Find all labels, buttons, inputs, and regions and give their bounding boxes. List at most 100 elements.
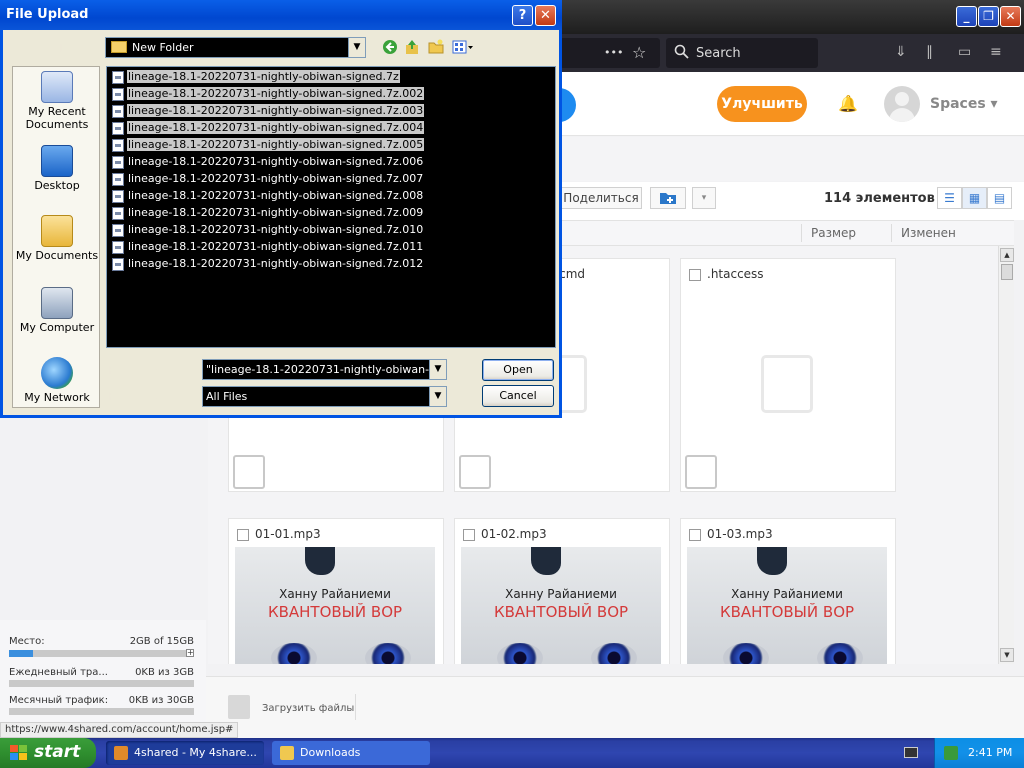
cancel-button[interactable]: Cancel [482,385,554,407]
list-view-icon[interactable]: ☰ [937,187,962,209]
add-storage-icon[interactable]: + [186,649,194,657]
select-checkbox[interactable] [689,529,701,541]
file-list-item[interactable]: lineage-18.1-20220731-nightly-obiwan-sig… [110,239,555,256]
folder-icon [280,746,294,760]
places-my-network[interactable]: My Network [13,357,101,404]
file-list-item[interactable]: lineage-18.1-20220731-nightly-obiwan-sig… [110,120,555,137]
upgrade-button[interactable]: Улучшить [717,86,807,122]
view-menu-icon[interactable] [451,39,475,57]
file-list-name: lineage-18.1-20220731-nightly-obiwan-sig… [128,257,424,270]
file-card[interactable]: .htaccess [680,258,896,492]
places-my-recent-documents[interactable]: My Recent Documents [13,71,101,131]
storage-quota-panel: Место: 2GB of 15GB Ежедневный тра... 0KB… [0,620,206,726]
quota-value: 2GB of 15GB [129,636,194,647]
file-list[interactable]: lineage-18.1-20220731-nightly-obiwan-sig… [106,66,556,348]
downloads-icon[interactable]: ⇓ [895,44,907,60]
keyboard-icon[interactable] [904,747,918,758]
vertical-scrollbar[interactable]: ▲ ▼ [998,246,1014,664]
select-checkbox[interactable] [463,529,475,541]
upload-files-link[interactable]: Загрузить файлы [262,703,354,714]
place-label: Desktop [34,179,80,192]
file-list-name: lineage-18.1-20220731-nightly-obiwan-sig… [127,121,425,134]
file-list-item[interactable]: lineage-18.1-20220731-nightly-obiwan-sig… [110,256,555,273]
details-view-icon[interactable]: ▤ [987,187,1012,209]
select-checkbox[interactable] [237,529,249,541]
close-icon[interactable]: ✕ [1000,6,1021,27]
file-list-item[interactable]: lineage-18.1-20220731-nightly-obiwan-sig… [110,69,555,86]
cover-title: КВАНТОВЫЙ ВОР [719,603,855,621]
file-list-item[interactable]: lineage-18.1-20220731-nightly-obiwan-sig… [110,103,555,120]
more-actions-button[interactable]: ▾ [692,187,716,209]
recent-documents-icon [41,71,73,103]
places-desktop[interactable]: Desktop [13,145,101,192]
file-card[interactable]: 01-01.mp3 Ханну Райаниеми КВАНТОВЫЙ ВОР [228,518,444,664]
taskbar-item-downloads[interactable]: Downloads [272,741,430,765]
new-folder-button[interactable] [650,187,686,209]
help-icon[interactable]: ? [512,5,533,26]
places-my-computer[interactable]: My Computer [13,287,101,334]
file-list-item[interactable]: lineage-18.1-20220731-nightly-obiwan-sig… [110,86,555,103]
archive-file-icon [112,173,124,186]
back-icon[interactable] [381,39,399,57]
file-list-item[interactable]: lineage-18.1-20220731-nightly-obiwan-sig… [110,154,555,171]
file-list-item[interactable]: lineage-18.1-20220731-nightly-obiwan-sig… [110,188,555,205]
clock: 2:41 PM [968,746,1013,759]
avatar[interactable] [884,86,920,122]
select-checkbox[interactable] [689,269,701,281]
file-card[interactable]: 01-02.mp3 Ханну Райаниеми КВАНТОВЫЙ ВОР [454,518,670,664]
taskbar-item-firefox[interactable]: 4shared - My 4share... [106,741,264,765]
column-divider [801,224,802,242]
start-button[interactable]: start [0,738,96,768]
divider [355,694,356,720]
file-type-select[interactable]: All Files ▼ [202,386,447,407]
dialog-titlebar[interactable]: File Upload ? ✕ [0,0,562,30]
file-list-name: lineage-18.1-20220731-nightly-obiwan-sig… [126,69,401,84]
chevron-down-icon[interactable]: ▼ [348,38,365,57]
chevron-down-icon[interactable]: ▼ [429,360,446,379]
page-actions-icon[interactable]: ••• [604,46,623,59]
file-type-icon [459,455,491,489]
library-icon[interactable]: ∥ [926,44,933,60]
file-name-field[interactable]: "lineage-18.1-20220731-nightly-obiwan-si… [202,359,447,380]
chevron-down-icon[interactable]: ▼ [429,387,446,406]
url-bar[interactable]: ••• ☆ [560,38,660,68]
column-modified[interactable]: Изменен [901,226,956,240]
upload-icon[interactable] [228,695,250,719]
file-list-item[interactable]: lineage-18.1-20220731-nightly-obiwan-sig… [110,137,555,154]
open-button[interactable]: Open [482,359,554,381]
close-icon[interactable]: ✕ [535,5,556,26]
column-size[interactable]: Размер [811,226,856,240]
up-folder-icon[interactable] [403,39,421,57]
file-list-item[interactable]: lineage-18.1-20220731-nightly-obiwan-sig… [110,171,555,188]
file-list-item[interactable]: lineage-18.1-20220731-nightly-obiwan-sig… [110,205,555,222]
bookmark-star-icon[interactable]: ☆ [632,43,646,62]
sidebar-toggle-icon[interactable]: ▭ [958,44,971,60]
cover-author: Ханну Райаниеми [505,587,617,601]
grid-view-icon[interactable]: ▦ [962,187,987,209]
menu-icon[interactable]: ≡ [990,44,1002,60]
scroll-down-icon[interactable]: ▼ [1000,648,1014,662]
file-list-name: lineage-18.1-20220731-nightly-obiwan-sig… [127,138,425,151]
file-list-item[interactable]: lineage-18.1-20220731-nightly-obiwan-sig… [110,222,555,239]
file-name-value: "lineage-18.1-20220731-nightly-obiwan-si… [206,363,446,376]
places-bar: My Recent Documents Desktop My Documents… [12,66,100,408]
archive-file-icon [112,207,124,220]
look-in-select[interactable]: New Folder ▼ [105,37,366,58]
file-list-name: lineage-18.1-20220731-nightly-obiwan-sig… [127,104,425,117]
search-input[interactable]: Search [666,38,818,68]
file-card[interactable]: 01-03.mp3 Ханну Райаниеми КВАНТОВЫЙ ВОР [680,518,896,664]
minimize-icon[interactable]: _ [956,6,977,27]
restore-icon[interactable]: ❐ [978,6,999,27]
spaces-dropdown[interactable]: Spaces ▾ [930,96,998,112]
file-name: 01-02.mp3 [481,527,547,541]
tray-app-icon[interactable] [944,746,958,760]
notifications-bell-icon[interactable]: 🔔 [838,94,858,113]
share-button[interactable]: Поделиться [560,187,642,209]
quota-label: Место: [9,636,45,647]
new-folder-icon[interactable] [427,39,445,57]
scroll-thumb[interactable] [1001,264,1013,280]
places-my-documents[interactable]: My Documents [13,215,101,262]
scroll-up-icon[interactable]: ▲ [1000,248,1014,262]
look-in-label: Look in: [59,42,102,55]
quota-label: Месячный трафик: [9,695,109,706]
